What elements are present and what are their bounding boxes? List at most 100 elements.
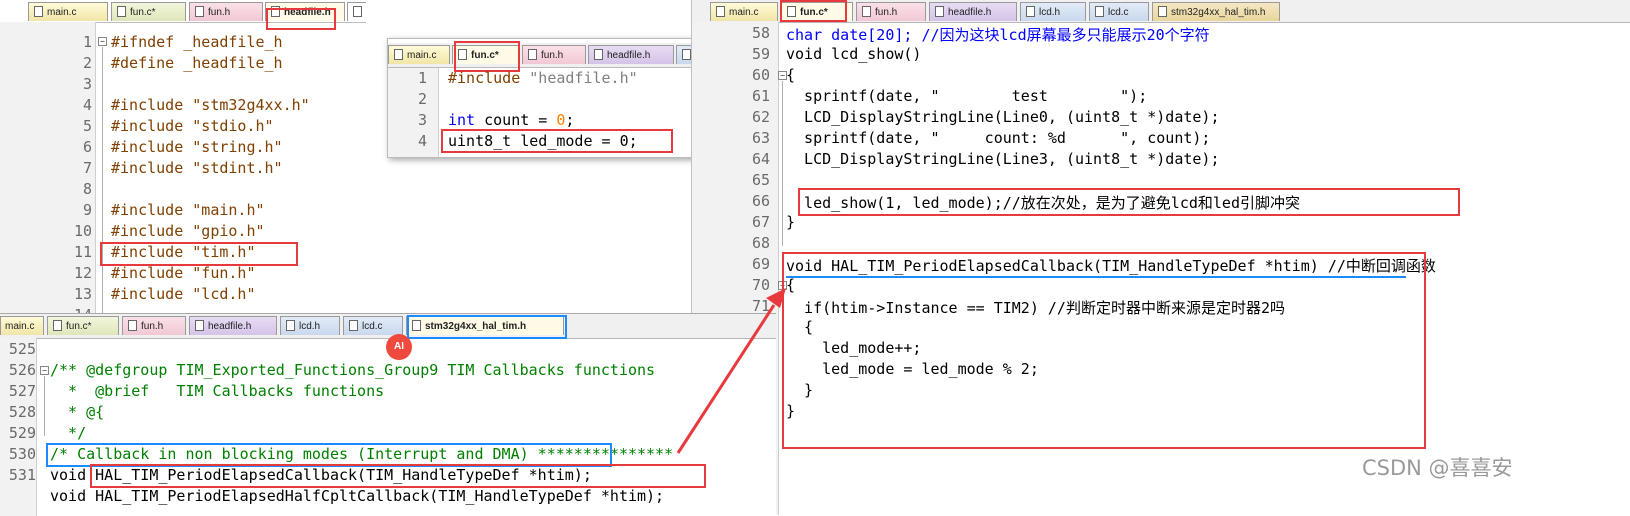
line-number: 8	[82, 180, 92, 198]
led-show-highlight	[798, 188, 1460, 216]
file-icon	[53, 320, 62, 331]
code-line[interactable]: int count = 0;	[448, 111, 574, 129]
fold-guide	[102, 47, 103, 317]
fun-c-tab-highlight	[454, 41, 520, 72]
line-number: 1	[82, 33, 92, 51]
line-number: 531	[8, 466, 36, 484]
code-line[interactable]: sprintf(date, " count: %d ", count);	[786, 129, 1210, 147]
hal-tim-tabbar: main.c fun.c* fun.h headfile.h lcd.h lcd…	[0, 314, 776, 339]
line-number: 10	[73, 222, 92, 240]
line-number: 60	[751, 66, 770, 84]
tab-lcd-c[interactable]: lcd.c	[343, 316, 403, 335]
code-line[interactable]: #include "main.h"	[111, 201, 265, 219]
code-line[interactable]: #ifndef _headfile_h	[111, 33, 283, 51]
headfile-tab-highlight	[266, 8, 336, 30]
code-line[interactable]: char date[20]; //因为这块lcd屏幕最多只能展示20个字符	[786, 24, 1210, 45]
file-icon	[1158, 6, 1167, 17]
file-icon	[117, 6, 126, 17]
fold-toggle-icon[interactable]: −	[40, 366, 49, 375]
file-icon	[716, 6, 725, 17]
string-literal: "headfile.h"	[529, 69, 638, 87]
code-line[interactable]: void lcd_show()	[786, 45, 921, 63]
file-icon	[286, 320, 295, 331]
fun-c-popup-pane[interactable]: main.c fun.c* fun.h headfile.h lcd 1 2 3…	[387, 38, 714, 158]
line-number: 525	[8, 340, 36, 358]
code-line[interactable]: #include "fun.h"	[111, 264, 256, 282]
code-line[interactable]: sprintf(date, " test ");	[786, 87, 1147, 105]
line-number-gutter	[388, 68, 439, 157]
tab-fun-c[interactable]: fun.c*	[111, 2, 186, 21]
line-number: 528	[8, 403, 36, 421]
line-number: 1	[417, 69, 427, 87]
headfile-editor-pane[interactable]: main.c fun.c* fun.h headfile.h − 1 2 3 4…	[0, 0, 366, 318]
tab-fun-h[interactable]: fun.h	[122, 316, 186, 335]
fun-c-tab-highlight	[780, 0, 847, 22]
led-mode-decl-highlight	[441, 129, 673, 153]
tab-headfile-h[interactable]: headfile.h	[929, 2, 1017, 21]
line-number: 12	[73, 264, 92, 282]
line-number: 526	[8, 361, 36, 379]
code-line[interactable]: #include "stdio.h"	[111, 117, 274, 135]
tab-main-c[interactable]: main.c	[28, 2, 108, 21]
fold-toggle-icon[interactable]: −	[98, 37, 107, 46]
tab-main-c[interactable]: main.c	[710, 2, 778, 21]
line-number: 61	[751, 87, 770, 105]
tab-main-c[interactable]: main.c	[388, 45, 450, 64]
tab-overflow[interactable]	[347, 2, 366, 21]
tab-stm32-hal-tim-h[interactable]: stm32g4xx_hal_tim.h	[1152, 2, 1280, 21]
fold-guide	[44, 376, 45, 436]
code-line[interactable]: #define _headfile_h	[111, 54, 283, 72]
file-icon	[682, 49, 691, 60]
fold-guide	[782, 81, 783, 246]
code-line[interactable]: #include "gpio.h"	[111, 222, 265, 240]
file-icon	[195, 320, 204, 331]
code-line[interactable]: LCD_DisplayStringLine(Line3, (uint8_t *)…	[786, 150, 1219, 168]
file-icon	[862, 6, 871, 17]
code-line[interactable]: #include "stm32g4xx.h"	[111, 96, 310, 114]
line-number: 64	[751, 150, 770, 168]
tab-lcd-h[interactable]: lcd.h	[280, 316, 340, 335]
hal-tim-tab-highlight	[407, 315, 567, 339]
line-number: 63	[751, 129, 770, 147]
hal-tim-editor-pane[interactable]: main.c fun.c* fun.h headfile.h lcd.h lcd…	[0, 313, 776, 516]
code-line[interactable]: void HAL_TIM_PeriodElapsedHalfCpltCallba…	[50, 487, 664, 505]
fun-c-editor-pane[interactable]: main.c fun.c* fun.h headfile.h lcd.h lcd…	[691, 0, 1630, 515]
code-line[interactable]: /** @defgroup TIM_Exported_Functions_Gro…	[50, 361, 655, 379]
watermark: CSDN @喜喜安	[1362, 456, 1513, 480]
code-line[interactable]: {	[786, 66, 795, 84]
file-icon	[528, 49, 537, 60]
line-number: 3	[417, 111, 427, 129]
code-line[interactable]: #include "stdint.h"	[111, 159, 283, 177]
tab-fun-h[interactable]: fun.h	[856, 2, 926, 21]
tab-fun-h[interactable]: fun.h	[189, 2, 263, 21]
tab-fun-h[interactable]: fun.h	[522, 45, 586, 64]
code-line[interactable]: #include "headfile.h"	[448, 69, 638, 87]
code-line[interactable]: }	[786, 213, 795, 231]
line-number: 62	[751, 108, 770, 126]
code-line[interactable]: #include "lcd.h"	[111, 285, 256, 303]
file-icon	[34, 6, 43, 17]
code-line[interactable]: #include "string.h"	[111, 138, 283, 156]
file-icon	[1026, 6, 1035, 17]
tab-lcd-h[interactable]: lcd.h	[1020, 2, 1086, 21]
popup-tabbar: main.c fun.c* fun.h headfile.h lcd	[388, 43, 713, 68]
callback-name-underline	[786, 276, 1406, 280]
line-number: 4	[417, 132, 427, 150]
code-line[interactable]: LCD_DisplayStringLine(Line0, (uint8_t *)…	[786, 108, 1219, 126]
line-number: 5	[82, 117, 92, 135]
line-number: 3	[82, 75, 92, 93]
tab-headfile-h[interactable]: headfile.h	[588, 45, 674, 64]
code-line[interactable]: */	[50, 424, 86, 442]
number-literal: 0	[556, 111, 566, 129]
line-number: 59	[751, 45, 770, 63]
tab-fun-c[interactable]: fun.c*	[47, 316, 119, 335]
line-number: 6	[82, 138, 92, 156]
tab-lcd-c[interactable]: lcd.c	[1089, 2, 1149, 21]
line-number: 529	[8, 424, 36, 442]
code-line[interactable]: * @brief TIM Callbacks functions	[50, 382, 384, 400]
tab-main-c[interactable]: main.c	[0, 316, 44, 335]
line-number: 2	[82, 54, 92, 72]
tab-headfile-h[interactable]: headfile.h	[189, 316, 277, 335]
ai-badge-icon[interactable]: AI	[386, 334, 412, 360]
code-line[interactable]: * @{	[50, 403, 104, 421]
